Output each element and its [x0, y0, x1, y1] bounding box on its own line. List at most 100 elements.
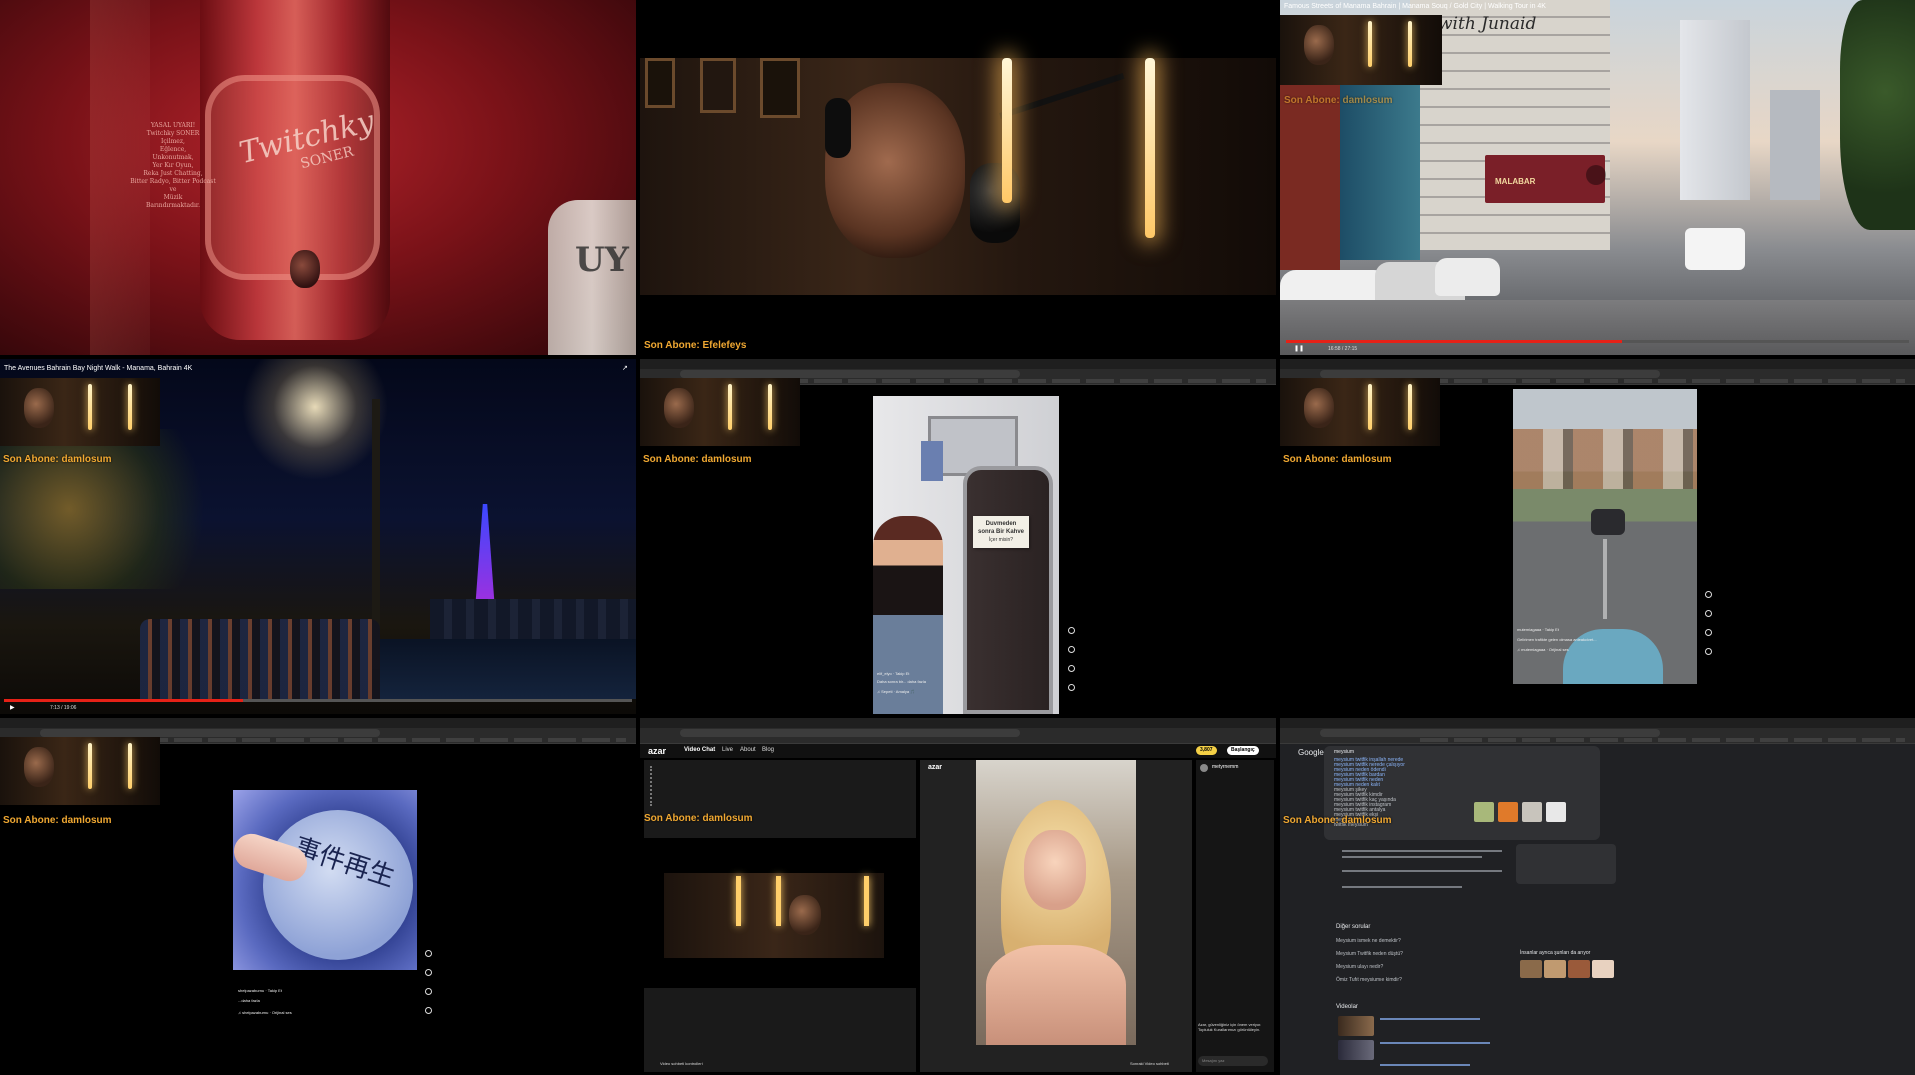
warning-line: YASAL UYARI! — [150, 122, 196, 129]
reel-username[interactable]: shelpazaburnu · Takip Et — [238, 988, 282, 993]
buildings — [1513, 429, 1697, 489]
address-bar[interactable] — [680, 729, 1020, 737]
save-icon[interactable] — [425, 1007, 432, 1014]
address-bar[interactable] — [1320, 729, 1660, 737]
related-thumbnail[interactable] — [1544, 960, 1566, 978]
chat-input[interactable]: Mesajını yaz — [1198, 1056, 1268, 1066]
tab-strip[interactable] — [1280, 359, 1915, 369]
facecam — [1280, 378, 1440, 446]
reel-audio[interactable]: ♫ mutemiagaaa · Orijinal ses — [1517, 647, 1569, 652]
mic-arm — [999, 72, 1125, 119]
address-bar[interactable] — [1320, 370, 1660, 378]
light-tube — [736, 876, 741, 926]
nav-video-chat[interactable]: Video Chat — [684, 747, 715, 753]
question[interactable]: Ömiz Tufıt meysiumıe kimdir? — [1336, 977, 1402, 983]
tab-strip[interactable] — [1280, 718, 1915, 728]
video-result-title — [1380, 1018, 1480, 1020]
video-thumbnail[interactable] — [1338, 1040, 1374, 1060]
share-icon[interactable] — [425, 988, 432, 995]
question[interactable]: Meysium ismek ne demektir? — [1336, 938, 1401, 944]
partner-face — [1024, 830, 1086, 910]
gems-badge[interactable]: 3,807 — [1196, 746, 1217, 755]
question[interactable]: Meysium ulayı nedir? — [1336, 964, 1383, 970]
light-tube — [88, 384, 92, 430]
bookmarks-bar[interactable] — [1420, 738, 1905, 742]
question[interactable]: Meysium Twitfik neden düştü? — [1336, 951, 1403, 957]
share-icon[interactable] — [1705, 629, 1712, 636]
chat-panel: metyrnemm Azar, güvenliğiniz için önem v… — [1196, 760, 1274, 1072]
reel-video[interactable]: Duvmeden sonra Bir Kahve İçer misin? eli… — [873, 396, 1059, 714]
bookmarks-bar[interactable] — [1420, 379, 1905, 383]
reel-video[interactable]: mutemiagaaa · Takip Et Gelirimen trafikt… — [1513, 389, 1697, 684]
nav-about[interactable]: About — [740, 747, 756, 753]
azar-logo[interactable]: azar — [648, 746, 666, 756]
partner-body — [986, 945, 1126, 1045]
video-result-title — [1380, 1064, 1470, 1066]
video-progress-bar[interactable] — [4, 699, 632, 702]
login-button[interactable]: Başlangıç — [1227, 746, 1259, 755]
related-thumbnail[interactable] — [1592, 960, 1614, 978]
light-tube — [1408, 384, 1412, 430]
share-icon[interactable] — [1068, 665, 1075, 672]
play-pause-button[interactable]: ❚❚ — [1294, 345, 1304, 352]
next-button[interactable]: Sonraki Video sohbeti — [1130, 1061, 1169, 1066]
comment-icon[interactable] — [1705, 610, 1712, 617]
like-icon[interactable] — [425, 950, 432, 957]
tab-strip[interactable] — [0, 718, 636, 728]
reel-anime-panel: Son Abone: damlosum 事件再生 shelpazaburnu ·… — [0, 718, 636, 1075]
like-icon[interactable] — [1705, 591, 1712, 598]
tab-strip[interactable] — [640, 718, 1276, 728]
subscriber-name: damlosum — [702, 813, 753, 824]
reel-username[interactable]: elif_elyo · Takip Et — [877, 671, 909, 676]
warning-line: ve — [169, 186, 177, 193]
nav-live[interactable]: Live — [722, 747, 733, 753]
reel-actions — [425, 950, 435, 1026]
google-logo[interactable]: Google — [1298, 748, 1324, 757]
save-icon[interactable] — [1068, 684, 1075, 691]
van — [1685, 228, 1745, 270]
reel-audio[interactable]: ♫ shelpazaburnu · Orijinal ses — [238, 1010, 292, 1015]
subscriber-name: damlosum — [1341, 454, 1392, 465]
search-query[interactable]: meysium — [1334, 749, 1354, 755]
streamer-reflection — [290, 250, 320, 288]
bottom-left-control[interactable]: Video sohbeti kontrolleri — [660, 1061, 703, 1066]
address-bar[interactable] — [40, 729, 380, 737]
related-thumbnail[interactable] — [1520, 960, 1542, 978]
suggestion-thumbnail[interactable] — [1546, 802, 1566, 822]
comment-icon[interactable] — [1068, 646, 1075, 653]
warning-line: Reka Just Chatting, — [143, 170, 203, 177]
suggestion-thumbnail[interactable] — [1522, 802, 1542, 822]
reel-actions — [1705, 591, 1715, 667]
google-search-panel: Google meysium meysium twitfik inşallah … — [1280, 718, 1915, 1075]
nav-blog[interactable]: Blog — [762, 747, 774, 753]
car — [1435, 258, 1500, 296]
result-snippet — [1342, 886, 1462, 888]
video-time: 7:13 / 19:06 — [50, 705, 77, 711]
suggestion-thumbnail[interactable] — [1498, 802, 1518, 822]
like-icon[interactable] — [1068, 627, 1075, 634]
bookmarks-bar[interactable] — [780, 379, 1266, 383]
video-thumbnail[interactable] — [1338, 1016, 1374, 1036]
result-snippet — [1342, 870, 1502, 872]
save-icon[interactable] — [1705, 648, 1712, 655]
reel-username[interactable]: mutemiagaaa · Takip Et — [1517, 627, 1559, 632]
suggestion-thumbnail[interactable] — [1474, 802, 1494, 822]
wall-panel — [921, 441, 943, 481]
reel-road-panel: Son Abone: damlosum mutemiagaaa · Takip … — [1280, 359, 1915, 714]
bookmarks-bar[interactable] — [140, 738, 626, 742]
share-icon[interactable]: ↗ — [622, 364, 628, 372]
warning-line: Barındırmaktadır. — [145, 202, 201, 209]
address-bar[interactable] — [680, 370, 1020, 378]
reel-audio[interactable]: ♫ Sepeti · Amalya 🎵 — [877, 689, 915, 694]
play-button[interactable]: ▶ — [10, 704, 15, 711]
reel-video[interactable]: 事件再生 — [229, 790, 417, 970]
comment-icon[interactable] — [425, 969, 432, 976]
tab-strip[interactable] — [640, 359, 1276, 369]
video-progress-bar[interactable] — [1286, 340, 1909, 343]
skyline — [430, 599, 636, 639]
last-subscriber-label: Son Abone: damlosum — [1284, 95, 1393, 106]
bottle-label — [205, 75, 380, 280]
light-tube — [728, 384, 732, 430]
wall-frame — [700, 58, 736, 113]
related-thumbnail[interactable] — [1568, 960, 1590, 978]
